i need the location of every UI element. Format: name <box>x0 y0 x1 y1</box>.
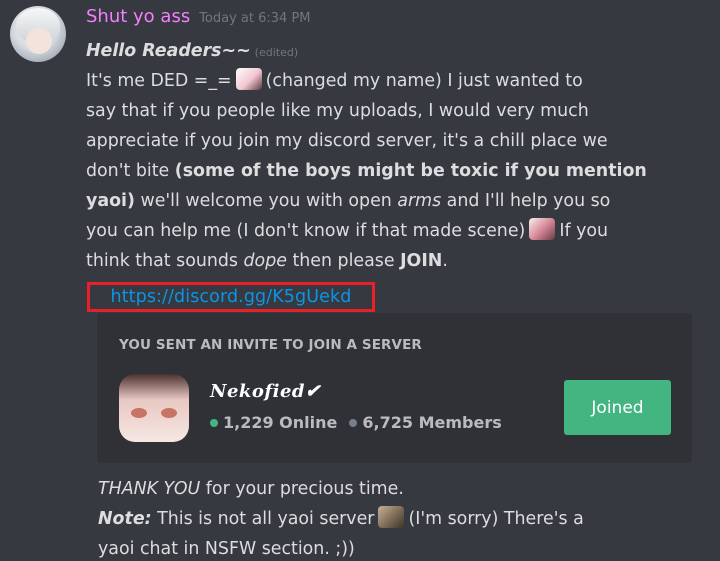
cat-emoji[interactable] <box>378 506 405 528</box>
avatar-face <box>26 28 52 54</box>
message-line: yaoi chat in NSFW section. ;)) <box>98 539 355 559</box>
joined-button[interactable]: Joined <box>564 380 671 435</box>
message-line: you can help me (I don't know if that ma… <box>86 216 646 246</box>
text: If you <box>559 221 609 241</box>
message-line: say that if you people like my uploads, … <box>86 101 589 121</box>
text: don't bite <box>86 161 175 181</box>
text: (changed my name) I just wanted to <box>265 71 583 91</box>
username[interactable]: Shut yo ass <box>86 6 190 27</box>
text: This is not all yaoi server <box>151 509 375 529</box>
invite-title: YOU SENT AN INVITE TO JOIN A SERVER <box>119 337 422 353</box>
message-line: Note: This is not all yaoi server (I'm so… <box>98 504 698 534</box>
italic-text: arms <box>397 191 442 211</box>
user-avatar[interactable] <box>10 6 66 62</box>
message-line: It's me DED =_= (changed my name) I just … <box>86 66 646 96</box>
text: (I'm sorry) There's a <box>408 509 584 529</box>
highlight-box: https://discord.gg/K5gUekd <box>87 282 375 312</box>
icon-eye <box>161 408 177 418</box>
cow-emoji[interactable] <box>529 218 556 240</box>
bold-text: yaoi) <box>86 191 135 211</box>
bold-text: (some of the boys might be toxic if you … <box>174 161 647 181</box>
message-header: Shut yo ass Today at 6:34 PM <box>86 6 311 34</box>
text: . <box>442 251 448 271</box>
message-line: don't bite (some of the boys might be to… <box>86 156 647 186</box>
message-line: appreciate if you join my discord server… <box>86 131 608 151</box>
message-line: Hello Readers~~ (edited) <box>86 36 646 66</box>
server-invite-card: YOU SENT AN INVITE TO JOIN A SERVER Neko… <box>97 313 692 463</box>
edited-label: (edited) <box>254 46 299 59</box>
members-dot-icon <box>349 418 358 427</box>
greeting: Hello Readers~~ <box>86 41 251 61</box>
message-line: yaoi) we'll welcome you with open arms a… <box>86 186 646 216</box>
text: It's me DED =_= <box>86 71 232 91</box>
icon-eye <box>131 408 147 418</box>
bold-text: JOIN <box>400 251 443 271</box>
server-icon[interactable] <box>119 374 189 442</box>
message-line: think that sounds dope then please JOIN. <box>86 246 646 276</box>
text: think that sounds <box>86 251 244 271</box>
text: for your precious time. <box>200 479 404 499</box>
message-footer: THANK YOU for your precious time. Note: … <box>98 474 698 561</box>
online-count: 1,229 Online <box>223 413 338 432</box>
server-name: Nekofied✔ <box>210 381 321 402</box>
timestamp: Today at 6:34 PM <box>199 11 311 26</box>
text: then please <box>286 251 401 271</box>
note-label: Note: <box>98 509 152 529</box>
chat-message: Shut yo ass Today at 6:34 PM Hello Reade… <box>0 0 720 561</box>
message-line: THANK YOU for your precious time. <box>98 474 698 504</box>
thanks-text: THANK YOU <box>98 479 201 499</box>
text: and I'll help you so <box>441 191 611 211</box>
online-dot-icon <box>210 418 218 427</box>
italic-text: dope <box>243 251 287 271</box>
panda-emoji[interactable] <box>235 68 262 90</box>
text: we'll welcome you with open <box>134 191 398 211</box>
message-body: Hello Readers~~ (edited) It's me DED =_= (… <box>86 36 647 276</box>
server-stats: 1,229 Online 6,725 Members <box>210 413 502 432</box>
invite-link[interactable]: https://discord.gg/K5gUekd <box>111 287 352 307</box>
text: you can help me (I don't know if that ma… <box>86 221 526 241</box>
member-count: 6,725 Members <box>362 413 502 432</box>
